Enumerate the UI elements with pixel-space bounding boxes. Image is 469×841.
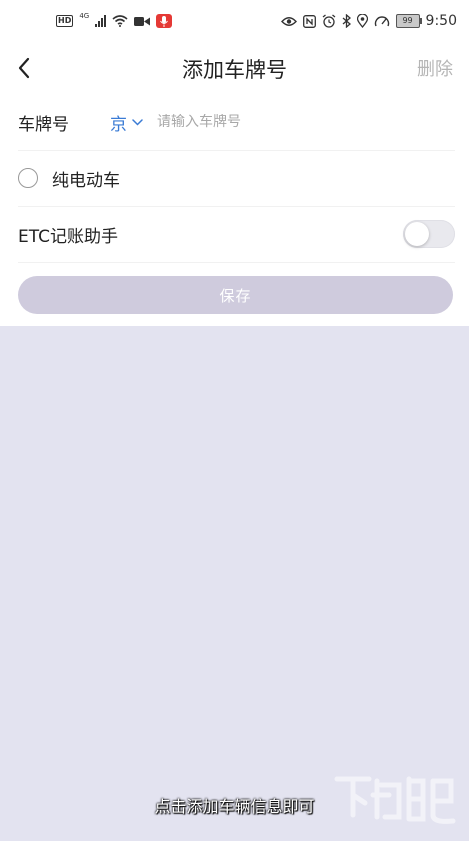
- watermark-logo: [334, 776, 456, 824]
- microphone-icon: [160, 15, 169, 27]
- nfc-icon: [302, 14, 316, 28]
- speedometer-icon: [374, 15, 389, 26]
- ev-row[interactable]: 纯电动车: [18, 150, 455, 207]
- plate-form: 车牌号 京 纯电动车 ETC记账助手 保存: [0, 94, 469, 326]
- status-bar-right: 99 9:50: [280, 12, 457, 30]
- network-type: 4G: [79, 12, 90, 20]
- save-button[interactable]: 保存: [18, 276, 453, 314]
- location-icon: [356, 14, 368, 28]
- page-title: 添加车牌号: [182, 58, 287, 82]
- status-bar: HD 4G 99 9:50: [0, 0, 469, 42]
- etc-label: ETC记账助手: [18, 226, 118, 247]
- ev-radio[interactable]: [18, 168, 38, 188]
- screen: HD 4G 99 9:50 添加车牌号 删除 车牌号 京 请输入车牌号 纯电动车…: [0, 0, 469, 841]
- province-value: 京: [110, 114, 127, 135]
- recording-indicator: [156, 14, 173, 28]
- toggle-knob: [405, 222, 429, 246]
- plate-number-input[interactable]: [157, 114, 357, 130]
- status-bar-left: HD 4G: [56, 12, 173, 30]
- signal-icon: [95, 15, 107, 27]
- province-selector[interactable]: 京: [110, 110, 143, 135]
- hd-badge: HD: [56, 15, 74, 27]
- etc-row: ETC记账助手: [18, 206, 455, 263]
- wifi-icon: [112, 15, 128, 27]
- ev-label: 纯电动车: [52, 170, 120, 191]
- battery-indicator: 99: [395, 14, 422, 28]
- plate-row: 车牌号 京: [18, 94, 455, 151]
- delete-button[interactable]: 删除: [417, 55, 453, 81]
- eye-icon: [280, 16, 297, 26]
- caption-text: 点击添加车辆信息即可: [154, 797, 315, 816]
- etc-toggle[interactable]: [403, 220, 455, 248]
- chevron-down-icon: [132, 118, 143, 126]
- top-bar: 添加车牌号 删除: [0, 42, 469, 95]
- alarm-icon: [322, 14, 335, 28]
- video-camera-icon: [134, 16, 151, 26]
- clock: 9:50: [425, 13, 457, 29]
- bluetooth-icon: [342, 14, 351, 28]
- plate-label: 车牌号: [18, 114, 69, 135]
